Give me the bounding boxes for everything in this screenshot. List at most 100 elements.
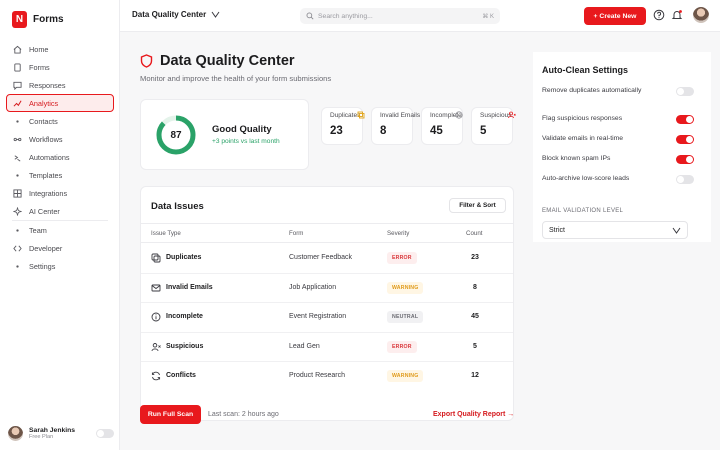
sidebar-item-label: Home [29,44,49,54]
sidebar-item-automations[interactable]: Automations [6,148,114,166]
setting-label: Block known spam IPs [542,155,611,163]
sidebar-item-contacts[interactable]: Contacts [6,112,114,130]
table-row[interactable]: Duplicates Customer Feedback ERROR 23 [141,244,513,274]
stat-label: Invalid Emails [380,112,421,119]
stat-value: 45 [430,125,443,137]
search-input[interactable]: Search anything... ⌘ K [300,8,500,24]
sidebar-item-developer[interactable]: Developer [6,239,114,257]
create-new-button[interactable]: + Create New [584,7,646,25]
sidebar-item-label: Templates [29,170,63,180]
setting-row: Flag suspicious responses [542,115,694,124]
stat-value: 23 [330,125,343,137]
copy-icon [357,111,365,119]
export-report-link[interactable]: Export Quality Report → [433,411,514,418]
table-row[interactable]: Conflicts Product Research WARNING 12 [141,362,513,392]
bell-icon[interactable] [671,9,683,21]
sidebar-item-analytics[interactable]: Analytics [6,94,114,112]
dot-icon [13,262,22,271]
issue-count: 45 [471,313,479,320]
section-title: Data Issues [151,201,204,212]
help-icon[interactable] [653,9,665,21]
column-header[interactable]: Form [289,230,303,237]
validate-emails-toggle[interactable] [676,135,694,144]
document-icon [13,62,22,72]
sidebar-item-label: Team [29,225,47,235]
column-header[interactable]: Issue Type [151,230,181,237]
validation-level-label: EMAIL VALIDATION LEVEL [542,208,624,214]
column-header[interactable]: Count [466,230,483,237]
sidebar-item-settings[interactable]: Settings [6,257,114,275]
issue-count: 23 [471,254,479,261]
sidebar-item-forms[interactable]: Forms [6,58,114,76]
issue-count: 5 [473,342,477,350]
issue-type: Invalid Emails [166,283,213,291]
search-icon [306,12,314,20]
stat-label: Duplicates [330,112,361,119]
sidebar-item-ai-center[interactable]: AI Center [6,202,114,220]
issue-form: Product Research [289,372,346,379]
user-profile[interactable]: Sarah Jenkins Free Plan [8,424,114,442]
user-alert-icon [151,342,161,351]
sparkle-icon [13,206,22,216]
home-icon [13,45,22,54]
refresh-icon [151,371,161,381]
data-issues-card: Data Issues Filter & Sort Issue Type For… [140,186,514,421]
stat-card-duplicates[interactable]: Duplicates 23 [321,107,365,145]
quality-score-value: 87 [170,129,182,141]
setting-row: Remove duplicates automatically [542,87,694,96]
sidebar-item-integrations[interactable]: Integrations [6,184,114,202]
search-shortcut: ⌘ K [482,13,494,20]
stat-label: Suspicious [480,112,512,119]
flag-suspicious-toggle[interactable] [676,115,694,124]
issue-count: 12 [471,372,479,379]
page-title: Data Quality Center [140,53,295,69]
run-full-scan-button[interactable]: Run Full Scan [140,405,201,424]
sidebar-item-templates[interactable]: Templates [6,166,114,184]
issue-form: Customer Feedback [289,254,353,261]
sidebar-item-team[interactable]: Team [6,221,114,239]
sidebar-item-workflows[interactable]: Workflows [6,130,114,148]
sidebar: N Forms Home Forms Responses Analytics C… [0,0,120,450]
severity-badge: WARNING [387,281,424,294]
section-title: Auto-Clean Settings [542,65,629,75]
sidebar-item-home[interactable]: Home [6,40,114,58]
table-row[interactable]: Incomplete Event Registration NEUTRAL 45 [141,303,513,333]
avatar[interactable] [693,7,709,23]
sidebar-item-label: AI Center [29,206,60,216]
code-icon [13,244,22,253]
setting-row: Block known spam IPs [542,155,694,164]
theme-toggle[interactable] [96,428,114,438]
setting-label: Validate emails in real-time [542,135,624,143]
validation-level-select[interactable]: Strict [542,221,688,239]
workflow-icon [13,135,22,144]
user-alert-icon [508,111,516,119]
column-header[interactable]: Severity [387,230,409,237]
stat-card-incomplete[interactable]: Incomplete 45 [421,107,463,145]
table-row[interactable]: Invalid Emails Job Application WARNING 8 [141,274,513,303]
logo-icon: N [12,11,27,28]
app-name: Forms [33,14,64,25]
table-header: Issue Type Form Severity Count [141,223,513,243]
main-content: Data Quality Center Monitor and improve … [120,32,528,450]
table-row[interactable]: Suspicious Lead Gen ERROR 5 [141,333,513,362]
info-icon [455,111,463,119]
issue-form: Job Application [289,283,337,291]
filter-sort-button[interactable]: Filter & Sort [449,198,506,213]
last-scan-text: Last scan: 2 hours ago [208,411,279,418]
stat-card-invalid-emails[interactable]: Invalid Emails 8 [371,107,420,145]
block-spam-toggle[interactable] [676,155,694,164]
quality-trend: +3 points vs last month [212,138,280,145]
issue-count: 8 [473,283,477,291]
setting-row: Validate emails in real-time [542,135,694,144]
remove-duplicates-toggle[interactable] [676,87,694,96]
sidebar-item-label: Integrations [29,188,68,198]
sidebar-item-label: Analytics [29,98,59,108]
workspace-switcher[interactable]: Data Quality Center [132,10,220,19]
app-logo[interactable]: N Forms [12,11,64,28]
auto-archive-toggle[interactable] [676,175,694,184]
stat-card-suspicious[interactable]: Suspicious 5 [471,107,516,145]
sidebar-item-responses[interactable]: Responses [6,76,114,94]
sidebar-item-label: Developer [29,243,63,253]
chat-icon [13,81,22,90]
severity-badge: NEUTRAL [387,311,424,323]
